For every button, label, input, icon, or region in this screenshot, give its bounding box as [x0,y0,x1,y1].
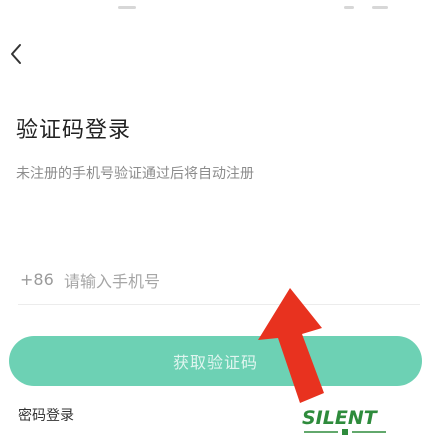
phone-number-row: +86 [18,262,420,305]
page-title: 验证码登录 [16,118,132,143]
status-bar-icon [344,6,354,9]
get-verification-code-button[interactable]: 获取验证码 [9,336,422,386]
status-bar-icon [372,6,388,9]
auto-register-hint: 未注册的手机号验证通过后将自动注册 [16,166,254,182]
country-code[interactable]: +86 [20,270,54,289]
status-bar [0,0,442,14]
phone-number-input[interactable] [64,266,404,296]
back-button[interactable] [4,40,28,68]
password-login-link[interactable]: 密码登录 [18,405,74,425]
chevron-left-icon [11,44,21,64]
red-arrow-icon [258,288,324,403]
watermark-logo: SILENT [302,407,386,435]
watermark-text: SILENT [302,407,379,429]
status-bar-icon [118,6,136,9]
